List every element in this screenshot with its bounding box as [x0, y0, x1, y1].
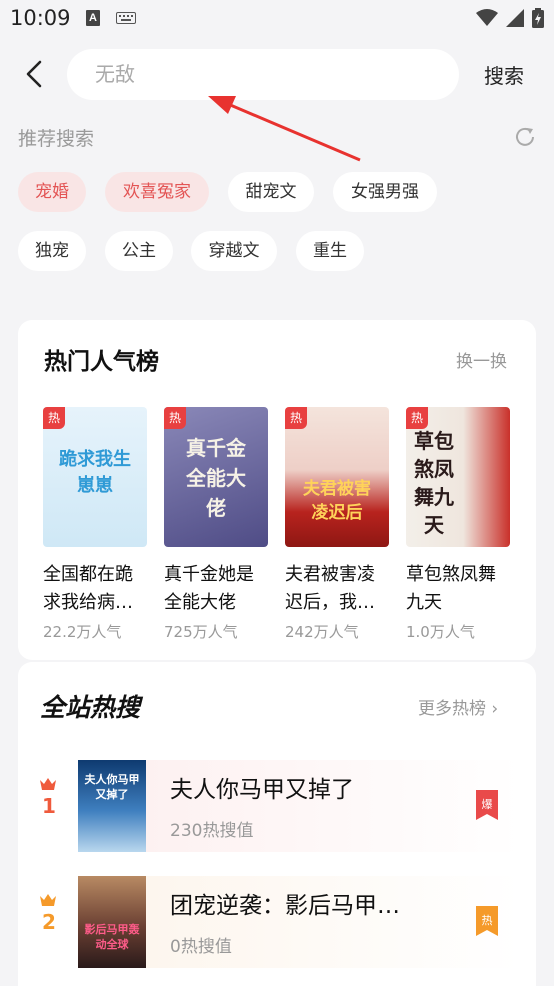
cover-title: 真千金全能大佬	[186, 436, 246, 520]
rank-number: 2	[42, 910, 56, 934]
chip-search[interactable]: 独宠	[18, 231, 86, 271]
book-title: 全国都在跪求我给病…	[43, 564, 133, 613]
cover-title: 跪求我生崽崽	[59, 449, 131, 496]
book-popularity: 242万人气	[285, 623, 359, 641]
hot-popular-card: 热门人气榜 换一换 跪求我生崽崽 热 全国都在跪求我给病… 22.2万人气 真千…	[18, 320, 536, 660]
book-card[interactable]: 跪求我生崽崽 热 全国都在跪求我给病… 22.2万人气	[43, 407, 149, 642]
refresh-icon[interactable]	[513, 125, 537, 149]
search-input[interactable]: 无敌	[67, 49, 459, 100]
rank-cover: 影后马甲轰动全球	[78, 876, 146, 968]
badge-label: 热	[482, 914, 493, 927]
rank-heat: 230热搜值	[170, 821, 254, 841]
book-cover: 草包煞凤舞九天 热	[406, 407, 510, 547]
chevron-right-icon: ›	[491, 699, 499, 719]
site-hot-title: 全站热搜	[40, 693, 141, 722]
hot-tag: 热	[164, 407, 186, 429]
hot-tag: 热	[406, 407, 428, 429]
crown-icon	[40, 778, 56, 790]
search-button[interactable]: 搜索	[484, 60, 524, 89]
chip-hot-search[interactable]: 宠婚	[18, 172, 86, 212]
hot-rank-row[interactable]: 2 影后马甲轰动全球 团宠逆袭：影后马甲… 0热搜值 热	[18, 876, 536, 972]
site-hot-card: 全站热搜 更多热榜 › 1 夫人你马甲又掉了 夫人你马甲又掉了 230热搜值 爆…	[18, 662, 536, 986]
cover-title: 夫君被害凌迟后	[303, 479, 371, 523]
more-hot-link[interactable]: 更多热榜 ›	[418, 694, 498, 719]
rank-number: 1	[42, 794, 56, 818]
chip-search[interactable]: 重生	[296, 231, 364, 271]
hot-badge-icon: 热	[476, 906, 498, 936]
cover-title: 影后马甲轰动全球	[84, 923, 140, 951]
rank-title: 团宠逆袭：影后马甲…	[170, 893, 400, 919]
book-popularity: 22.2万人气	[43, 623, 122, 641]
wifi-icon	[476, 9, 498, 26]
status-time: 10:09	[10, 6, 71, 30]
book-card[interactable]: 草包煞凤舞九天 热 草包煞凤舞九天 1.0万人气	[406, 407, 512, 642]
hot-rank-row[interactable]: 1 夫人你马甲又掉了 夫人你马甲又掉了 230热搜值 爆	[18, 760, 536, 856]
book-popularity: 1.0万人气	[406, 623, 475, 641]
hot-tag: 热	[43, 407, 65, 429]
search-header: 无敌 搜索	[0, 36, 554, 116]
status-bar: 10:09 A	[0, 0, 554, 36]
book-cover: 真千金全能大佬 热	[164, 407, 268, 547]
badge-label: 爆	[482, 797, 493, 811]
notification-icon: A	[86, 10, 100, 26]
refresh-list-button[interactable]: 换一换	[456, 347, 507, 372]
chip-search[interactable]: 女强男强	[333, 172, 437, 212]
chip-hot-search[interactable]: 欢喜冤家	[105, 172, 209, 212]
rank-title: 夫人你马甲又掉了	[170, 777, 354, 803]
book-cover: 跪求我生崽崽 热	[43, 407, 147, 547]
book-title: 真千金她是全能大佬	[164, 564, 254, 613]
rank-cover: 夫人你马甲又掉了	[78, 760, 146, 852]
cover-title: 夫人你马甲又掉了	[84, 773, 140, 801]
chip-search[interactable]: 穿越文	[191, 231, 277, 271]
book-cover: 夫君被害凌迟后 热	[285, 407, 389, 547]
battery-icon	[532, 8, 544, 28]
book-card[interactable]: 夫君被害凌迟后 热 夫君被害凌迟后，我… 242万人气	[285, 407, 391, 642]
explosive-badge-icon: 爆	[476, 790, 498, 820]
back-arrow-icon[interactable]	[18, 54, 52, 94]
book-title: 夫君被害凌迟后，我…	[285, 564, 375, 613]
book-card[interactable]: 真千金全能大佬 热 真千金她是全能大佬 725万人气	[164, 407, 270, 642]
book-popularity: 725万人气	[164, 623, 238, 641]
chip-search[interactable]: 甜宠文	[228, 172, 314, 212]
keyboard-icon	[116, 12, 136, 24]
book-title: 草包煞凤舞九天	[406, 564, 496, 613]
crown-icon	[40, 894, 56, 906]
hot-popular-title: 热门人气榜	[44, 349, 159, 375]
more-hot-label: 更多热榜	[418, 699, 486, 719]
rank-heat: 0热搜值	[170, 937, 232, 957]
chip-search[interactable]: 公主	[105, 231, 173, 271]
hot-tag: 热	[285, 407, 307, 429]
recommend-title: 推荐搜索	[18, 128, 95, 150]
signal-icon	[506, 9, 524, 27]
cover-title: 草包煞凤舞九天	[414, 429, 454, 537]
